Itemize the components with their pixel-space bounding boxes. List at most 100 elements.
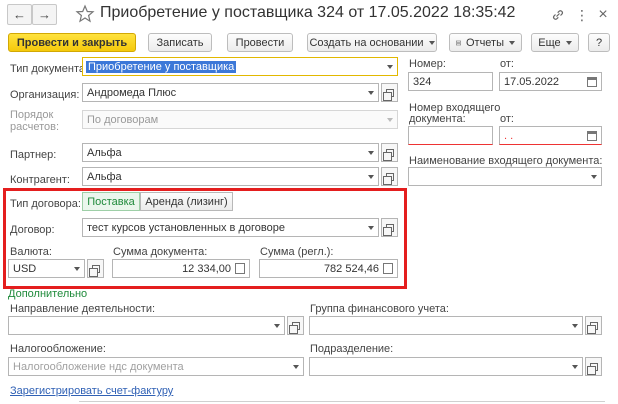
open-copy-icon <box>382 223 394 236</box>
dropdown-icon[interactable] <box>382 58 397 75</box>
date-field[interactable]: 17.05.2022 <box>499 72 602 91</box>
open-copy-icon <box>88 264 100 277</box>
currency-label: Валюта: <box>10 246 52 258</box>
close-icon: × <box>598 6 608 23</box>
partner-field[interactable]: Альфа <box>82 143 379 162</box>
additional-section-title[interactable]: Дополнительно <box>8 288 87 300</box>
reg-sum-label: Сумма (регл.): <box>260 246 334 258</box>
incoming-doc-name-label: Наименование входящего документа: <box>409 155 603 167</box>
dropdown-icon <box>382 111 397 128</box>
reg-sum-field[interactable]: 782 524,46 <box>259 259 398 278</box>
open-copy-icon <box>382 148 394 161</box>
register-invoice-link[interactable]: Зарегистрировать счет-фактуру <box>10 385 173 397</box>
dropdown-icon[interactable] <box>567 358 582 375</box>
dropdown-icon[interactable] <box>363 84 378 101</box>
open-copy-icon <box>586 321 598 334</box>
chevron-down-icon <box>565 40 572 45</box>
doc-type-value: Приобретение у поставщика <box>86 60 237 73</box>
more-actions-button[interactable]: Еще <box>531 33 579 52</box>
more-menu-button[interactable]: ⋮ <box>575 6 589 23</box>
open-activity-direction-button[interactable] <box>287 316 304 335</box>
forward-button[interactable]: → <box>32 4 57 25</box>
fin-group-label: Группа финансового учета: <box>310 303 449 315</box>
dropdown-icon[interactable] <box>69 260 84 277</box>
contract-label: Договор: <box>10 224 55 236</box>
calendar-icon[interactable] <box>587 130 597 141</box>
open-contractor-button[interactable] <box>381 167 398 186</box>
reports-button[interactable]: Отчеты <box>449 33 522 52</box>
incoming-doc-name-select[interactable] <box>408 167 602 186</box>
open-partner-button[interactable] <box>381 143 398 162</box>
open-currency-button[interactable] <box>87 259 104 278</box>
close-button[interactable]: × <box>596 6 610 23</box>
more-vertical-icon: ⋮ <box>575 6 589 23</box>
back-button[interactable]: ← <box>7 4 32 25</box>
organization-field[interactable]: Андромеда Плюс <box>82 83 379 102</box>
create-based-on-button[interactable]: Создать на основании <box>307 33 437 52</box>
contractor-field[interactable]: Альфа <box>82 167 379 186</box>
activity-direction-label: Направление деятельности: <box>10 303 156 315</box>
currency-field[interactable]: USD <box>8 259 85 278</box>
number-label: Номер: <box>409 58 446 70</box>
calculator-icon[interactable] <box>235 263 245 274</box>
incoming-date-field[interactable]: . . <box>499 126 602 145</box>
contract-type-supply-tab[interactable]: Поставка <box>82 192 140 211</box>
dropdown-icon[interactable] <box>567 317 582 334</box>
doc-type-label: Тип документа: <box>10 63 89 75</box>
report-icon <box>456 40 461 45</box>
dropdown-icon[interactable] <box>288 358 303 375</box>
incoming-number-label-2: документа: <box>409 113 466 125</box>
settlement-label-2: расчетов: <box>10 121 60 133</box>
open-contract-button[interactable] <box>381 218 398 237</box>
settlement-order-select: По договорам <box>82 110 398 129</box>
division-label: Подразделение: <box>310 343 394 355</box>
link-icon <box>553 10 563 20</box>
settlement-label-1: Порядок <box>10 109 54 121</box>
post-and-close-button[interactable]: Провести и закрыть <box>8 33 136 52</box>
doc-sum-field[interactable]: 12 334,00 <box>112 259 250 278</box>
bottom-divider <box>79 401 605 402</box>
fin-group-field[interactable] <box>309 316 583 335</box>
calendar-icon[interactable] <box>587 76 597 87</box>
page-title: Приобретение у поставщика 324 от 17.05.2… <box>100 4 516 21</box>
open-copy-icon <box>288 321 300 334</box>
taxation-label: Налогообложение: <box>10 343 106 355</box>
number-field[interactable]: 324 <box>408 72 493 91</box>
open-organization-button[interactable] <box>381 83 398 102</box>
dropdown-icon[interactable] <box>363 219 378 236</box>
open-copy-icon <box>382 88 394 101</box>
contractor-label: Контрагент: <box>10 174 70 186</box>
date-label: от: <box>500 58 514 70</box>
partner-label: Партнер: <box>10 149 57 161</box>
doc-type-select[interactable]: Приобретение у поставщика <box>82 57 398 76</box>
calculator-icon[interactable] <box>383 263 393 274</box>
contract-field[interactable]: тест курсов установленных в договоре <box>82 218 379 237</box>
chevron-down-icon <box>428 40 435 45</box>
open-copy-icon <box>382 172 394 185</box>
open-fin-group-button[interactable] <box>585 316 602 335</box>
help-button[interactable]: ? <box>588 33 610 52</box>
division-field[interactable] <box>309 357 583 376</box>
link-button[interactable] <box>551 8 565 22</box>
dropdown-icon[interactable] <box>363 168 378 185</box>
arrow-right-icon: → <box>38 7 51 22</box>
dropdown-icon[interactable] <box>269 317 284 334</box>
organization-label: Организация: <box>10 89 80 101</box>
dropdown-icon[interactable] <box>363 144 378 161</box>
open-division-button[interactable] <box>585 357 602 376</box>
incoming-number-field[interactable] <box>408 126 493 145</box>
contract-type-lease-tab[interactable]: Аренда (лизинг) <box>140 192 233 211</box>
activity-direction-field[interactable] <box>8 316 285 335</box>
star-icon <box>75 4 95 23</box>
doc-sum-label: Сумма документа: <box>113 246 208 258</box>
post-button[interactable]: Провести <box>227 33 293 52</box>
arrow-left-icon: ← <box>13 7 26 22</box>
incoming-date-label: от: <box>500 113 514 125</box>
save-button[interactable]: Записать <box>148 33 212 52</box>
contract-type-label: Тип договора: <box>10 198 81 210</box>
chevron-down-icon <box>509 40 515 45</box>
favorite-star-button[interactable] <box>75 4 95 26</box>
open-copy-icon <box>586 362 598 375</box>
dropdown-icon[interactable] <box>586 168 601 185</box>
taxation-select[interactable]: Налогообложение ндс документа <box>8 357 304 376</box>
